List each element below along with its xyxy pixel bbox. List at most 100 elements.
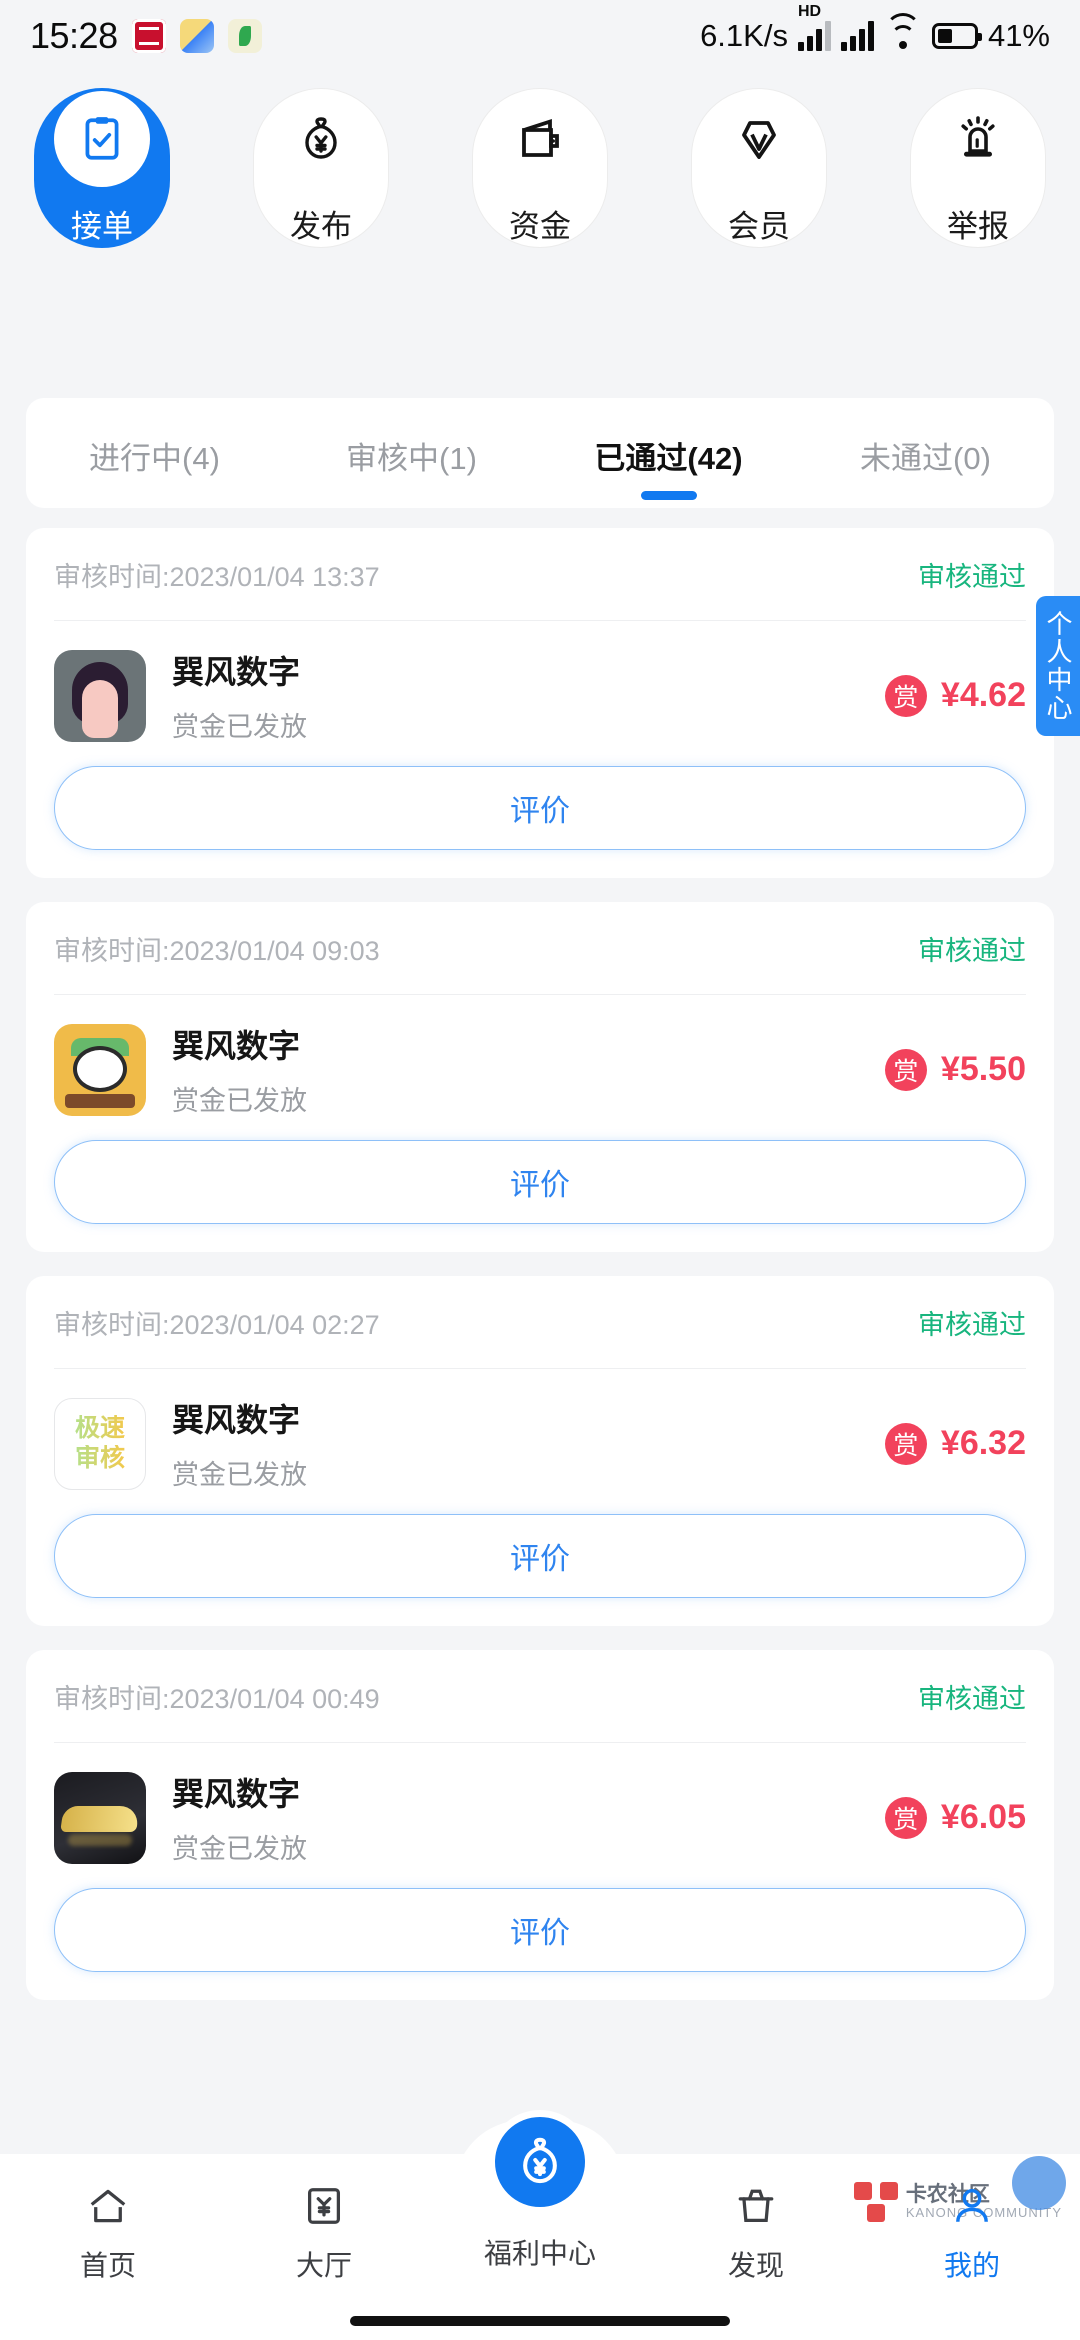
reward-badge-icon: 赏 xyxy=(884,674,927,717)
tab-in-progress[interactable]: 进行中(4) xyxy=(26,429,283,478)
category-label: 发布 xyxy=(290,208,352,244)
order-card[interactable]: 审核时间:2023/01/04 09:03 审核通过 巽风数字 赏金已发放 赏 … xyxy=(26,902,1054,1252)
bottom-nav-hall[interactable]: 大厅 xyxy=(216,2180,432,2284)
network-speed: 6.1K/s xyxy=(700,18,788,53)
bottom-nav-label: 我的 xyxy=(943,2250,1000,2281)
order-card[interactable]: 审核时间:2023/01/04 13:37 审核通过 巽风数字 赏金已发放 赏 … xyxy=(26,528,1054,878)
status-tab-bar: 进行中(4) 审核中(1) 已通过(42) 未通过(0) xyxy=(26,398,1054,508)
alarm-siren-icon xyxy=(930,90,1026,187)
reward-badge-icon: 赏 xyxy=(884,1422,927,1465)
money-bag-icon xyxy=(273,90,369,187)
order-card[interactable]: 审核时间:2023/01/04 00:49 审核通过 巽风数字 赏金已发放 赏 … xyxy=(26,1650,1054,2000)
category-pill-fabu[interactable]: 发布 xyxy=(253,88,389,248)
fast-review-line1: 极速 xyxy=(74,1414,125,1442)
status-badge: 审核通过 xyxy=(918,1309,1026,1340)
order-text-block: 巽风数字 赏金已发放 xyxy=(172,1769,885,1866)
home-indicator xyxy=(350,2316,730,2326)
bottom-nav-home[interactable]: 首页 xyxy=(0,2180,216,2284)
order-action-wrap: 评价 xyxy=(54,1888,1026,2000)
status-badge: 审核通过 xyxy=(918,935,1026,966)
order-card-body: 巽风数字 赏金已发放 赏 ¥6.05 xyxy=(54,1743,1026,1888)
reward-amount: ¥5.50 xyxy=(940,1050,1026,1088)
task-title: 巽风数字 xyxy=(172,1028,301,1064)
order-card-body: 巽风数字 赏金已发放 赏 ¥4.62 xyxy=(54,621,1026,766)
reward-amount: ¥4.62 xyxy=(940,676,1026,714)
review-button[interactable]: 评价 xyxy=(54,1888,1026,1972)
task-subtitle: 赏金已发放 xyxy=(172,1834,307,1864)
order-action-wrap: 评价 xyxy=(54,766,1026,878)
personal-center-side-tab[interactable]: 个人中心 xyxy=(1036,596,1080,736)
task-title: 巽风数字 xyxy=(172,1402,301,1438)
order-card-header: 审核时间:2023/01/04 00:49 审核通过 xyxy=(54,1650,1026,1742)
reward-amount: ¥6.05 xyxy=(940,1798,1026,1836)
task-title: 巽风数字 xyxy=(172,654,301,690)
status-bar-left: 15:28 xyxy=(30,15,262,57)
reward-block: 赏 ¥5.50 xyxy=(884,1048,1026,1091)
navigation-plane-icon xyxy=(179,19,214,53)
clipboard-check-icon xyxy=(54,90,150,187)
category-pill-jiedan[interactable]: 接单 xyxy=(34,88,170,248)
review-button[interactable]: 评价 xyxy=(54,1514,1026,1598)
reward-badge-icon: 赏 xyxy=(884,1796,927,1839)
order-card-header: 审核时间:2023/01/04 09:03 审核通过 xyxy=(54,902,1026,994)
order-card[interactable]: 审核时间:2023/01/04 02:27 审核通过 极速 审核 巽风数字 赏金… xyxy=(26,1276,1054,1626)
order-action-wrap: 评价 xyxy=(54,1140,1026,1252)
order-list: 审核时间:2023/01/04 13:37 审核通过 巽风数字 赏金已发放 赏 … xyxy=(26,528,1054,2024)
bottom-nav-welfare[interactable]: 福利中心 xyxy=(432,2110,648,2272)
hd-label: HD xyxy=(797,3,822,20)
wifi-icon xyxy=(884,13,922,51)
task-avatar xyxy=(54,1771,146,1864)
order-text-block: 巽风数字 赏金已发放 xyxy=(172,1021,885,1118)
tab-under-review[interactable]: 审核中(1) xyxy=(283,429,540,478)
signal-bars-icon-2 xyxy=(840,21,874,51)
task-subtitle: 赏金已发放 xyxy=(172,712,307,742)
order-card-body: 巽风数字 赏金已发放 赏 ¥5.50 xyxy=(54,995,1026,1140)
reward-block: 赏 ¥4.62 xyxy=(884,674,1026,717)
order-text-block: 巽风数字 赏金已发放 xyxy=(172,1395,885,1492)
review-time: 审核时间:2023/01/04 02:27 xyxy=(54,1309,380,1340)
order-text-block: 巽风数字 赏金已发放 xyxy=(172,647,885,744)
leaf-app-icon xyxy=(227,19,262,53)
category-pill-zijin[interactable]: 资金 xyxy=(472,88,608,248)
task-subtitle: 赏金已发放 xyxy=(172,1460,307,1490)
discover-basket-icon xyxy=(730,2180,782,2232)
battery-percent: 41% xyxy=(987,18,1050,53)
bottom-navigation: 首页 大厅 福利中心 发现 我的 卡农社区 KANONG COMMUNITY xyxy=(0,2110,1080,2340)
category-label: 接单 xyxy=(71,208,133,244)
review-time: 审核时间:2023/01/04 09:03 xyxy=(54,935,380,966)
reward-amount: ¥6.32 xyxy=(940,1424,1026,1462)
fast-review-line2: 审核 xyxy=(74,1443,125,1472)
diamond-icon xyxy=(711,90,807,187)
home-icon xyxy=(82,2180,134,2232)
tab-approved[interactable]: 已通过(42) xyxy=(540,429,797,478)
reward-block: 赏 ¥6.05 xyxy=(884,1796,1026,1839)
status-bar-right: 6.1K/s HD 41% xyxy=(700,3,1050,54)
status-time: 15:28 xyxy=(30,15,118,56)
task-title: 巽风数字 xyxy=(172,1776,301,1812)
reward-badge-icon: 赏 xyxy=(884,1048,927,1091)
hall-ticket-icon xyxy=(298,2180,350,2232)
category-pill-jubao[interactable]: 举报 xyxy=(910,88,1046,248)
signal-bars-icon: HD xyxy=(797,3,831,51)
category-nav: 接单 发布 资金 会员 举报 xyxy=(0,88,1080,258)
review-time: 审核时间:2023/01/04 00:49 xyxy=(54,1683,380,1714)
user-profile-icon xyxy=(946,2180,998,2232)
order-card-header: 审核时间:2023/01/04 13:37 审核通过 xyxy=(54,528,1026,620)
task-avatar xyxy=(54,649,146,742)
tab-rejected[interactable]: 未通过(0) xyxy=(797,429,1054,478)
car-brand-icon xyxy=(131,19,166,53)
task-subtitle: 赏金已发放 xyxy=(172,1086,307,1116)
category-pill-huiyuan[interactable]: 会员 xyxy=(691,88,827,248)
status-badge: 审核通过 xyxy=(918,561,1026,592)
category-label: 会员 xyxy=(728,208,790,244)
bottom-nav-label: 首页 xyxy=(79,2250,136,2281)
review-button[interactable]: 评价 xyxy=(54,766,1026,850)
app-screen: 15:28 6.1K/s HD 41% 接单 发布 资金 会员 举报 进行中(4… xyxy=(0,0,1080,2340)
bottom-nav-discover[interactable]: 发现 xyxy=(648,2180,864,2284)
money-bag-icon[interactable] xyxy=(488,2110,592,2214)
bottom-nav-profile[interactable]: 我的 xyxy=(864,2180,1080,2284)
battery-icon xyxy=(931,23,982,49)
reward-block: 赏 ¥6.32 xyxy=(884,1422,1026,1465)
bottom-nav-label: 大厅 xyxy=(295,2250,352,2281)
review-button[interactable]: 评价 xyxy=(54,1140,1026,1224)
